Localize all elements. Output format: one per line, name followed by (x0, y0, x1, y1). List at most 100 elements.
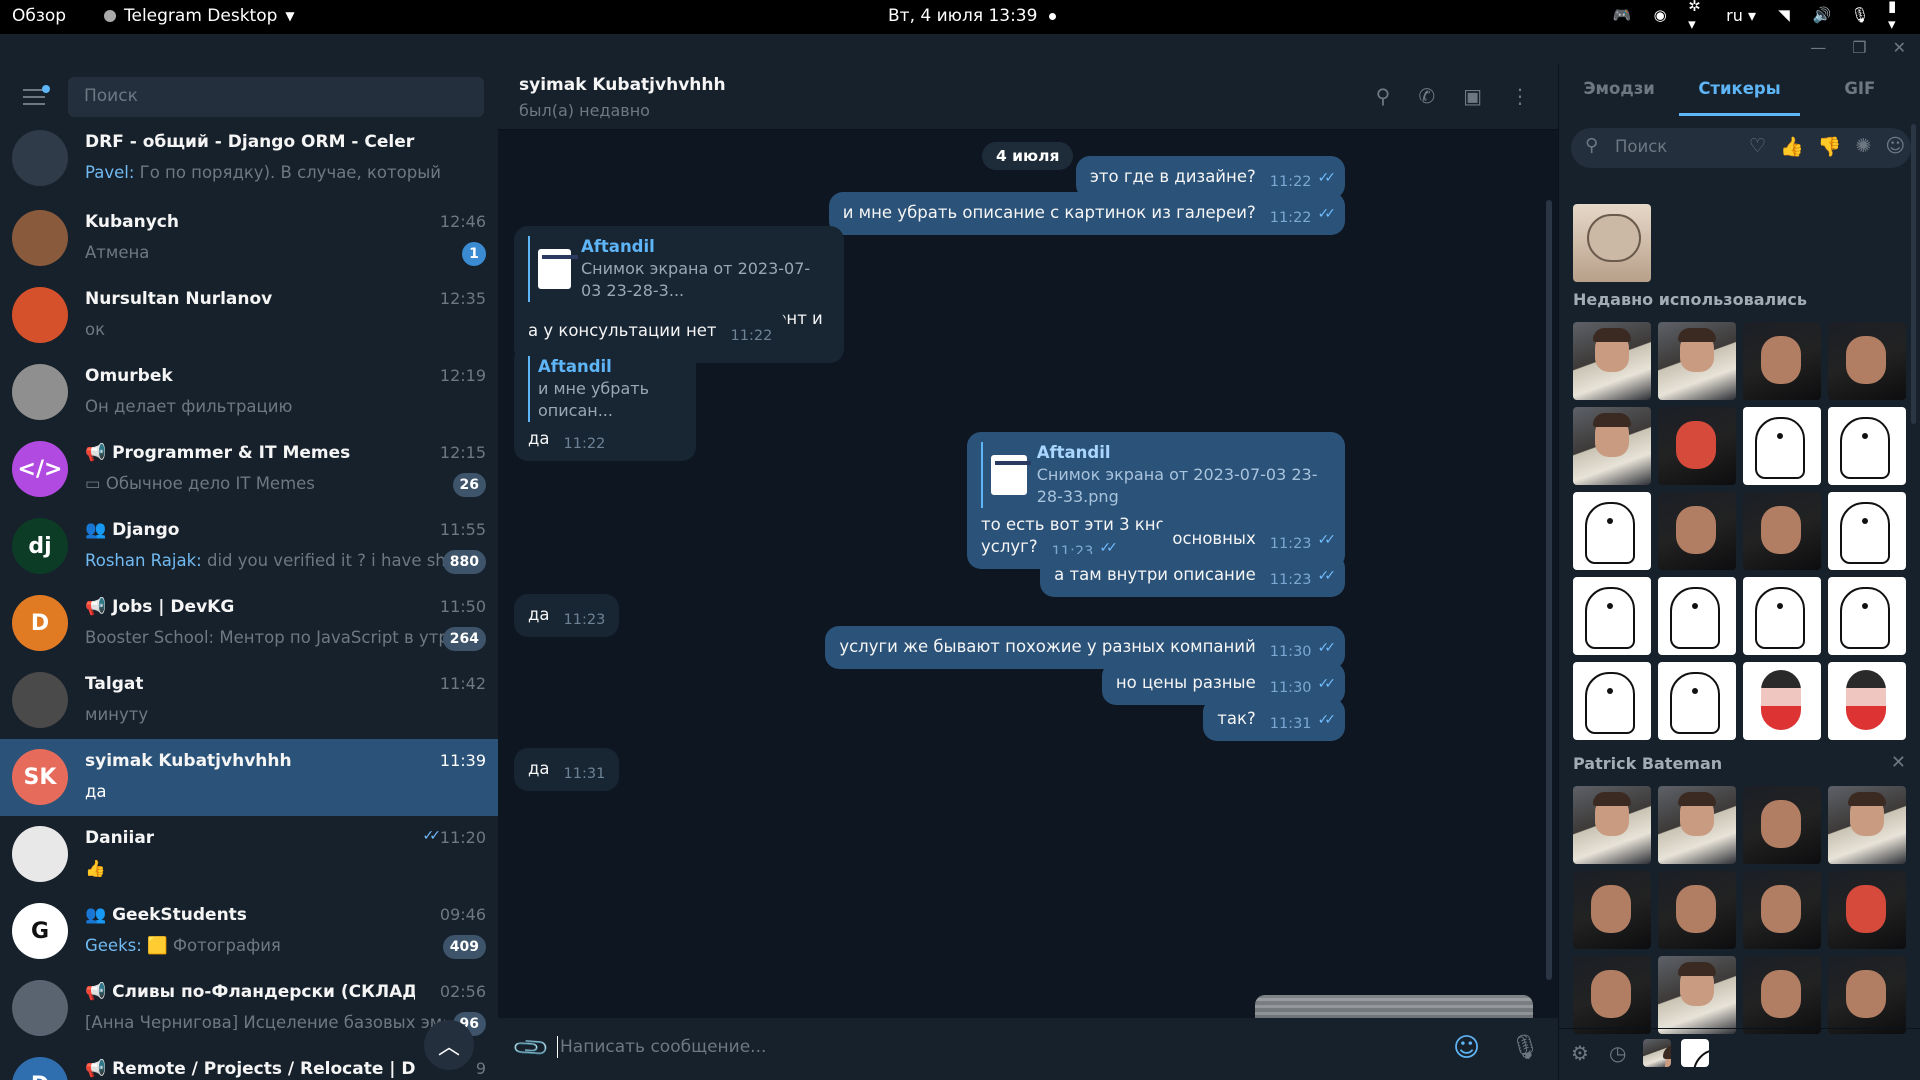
chat-row[interactable]: Talgat 11:42 минуту (0, 662, 498, 739)
sticker[interactable] (1743, 322, 1821, 400)
chat-scrollbar[interactable] (1546, 200, 1552, 980)
chat-row[interactable]: DRF - общий - Django ORM - Celery - Depl… (0, 120, 498, 197)
chat-row[interactable]: 📢 Сливы по-Фландерски (СКЛАД) 02:56 [Анна … (0, 970, 498, 1047)
sticker[interactable] (1743, 577, 1821, 655)
outgoing-message[interactable]: и мне убрать описание с картинок из гале… (828, 192, 1345, 235)
sticker[interactable] (1743, 871, 1821, 949)
chat-row[interactable]: D 📢 Remote / Projects / Relocate | DevKG 9… (0, 1047, 498, 1080)
more-icon[interactable]: ⋮ (1510, 84, 1530, 108)
avatar: D (12, 1057, 68, 1080)
heart-icon[interactable]: ♡ (1749, 135, 1766, 158)
sticker[interactable] (1573, 577, 1651, 655)
tab-emoji[interactable]: Эмодзи (1559, 64, 1679, 116)
settings-icon[interactable]: ⚙ (1571, 1041, 1589, 1065)
battery-icon[interactable]: ▮ ▾ (1888, 0, 1908, 33)
search-icon[interactable]: ⚲ (1376, 84, 1391, 108)
window-titlebar[interactable]: — ❐ ✕ (0, 34, 1920, 64)
maximize-icon[interactable]: ❐ (1852, 38, 1866, 57)
thumbs-up-icon[interactable]: 👍 (1780, 135, 1804, 158)
chat-row[interactable]: Omurbek 12:19 Он делает фильтрацию (0, 354, 498, 431)
language-indicator[interactable]: ru ▾ (1726, 6, 1756, 25)
message-input[interactable]: Написать сообщение... (560, 1037, 766, 1057)
sticker[interactable] (1573, 407, 1651, 485)
phone-icon[interactable]: ✆ (1418, 84, 1435, 108)
pack-flork-icon[interactable] (1681, 1039, 1709, 1067)
sticker[interactable] (1573, 492, 1651, 570)
sticker[interactable] (1828, 956, 1906, 1034)
overview-button[interactable]: Обзор (12, 6, 66, 26)
microphone-icon[interactable]: 🎙 (1850, 5, 1870, 25)
sticker[interactable] (1828, 662, 1906, 740)
tab-stickers[interactable]: Стикеры (1679, 64, 1800, 116)
chrome-icon[interactable]: ◉ (1650, 5, 1670, 25)
sticker[interactable] (1573, 662, 1651, 740)
reply-preview[interactable]: Aftandil Снимок экрана от 2023-07-03 23-2… (981, 442, 1331, 508)
chat-title[interactable]: syimak Kubatjvhvhhh (519, 75, 726, 95)
sticker[interactable] (1828, 786, 1906, 864)
sticker[interactable] (1658, 871, 1736, 949)
outgoing-message[interactable]: так? 11:31 ✓✓ (1203, 698, 1345, 741)
incoming-message[interactable]: да 11:23 (514, 594, 620, 637)
chat-row[interactable]: dj 👥 Django 11:55 Roshan Rajak: did you ver… (0, 508, 498, 585)
close-pack-icon[interactable]: ✕ (1891, 752, 1906, 773)
reply-preview[interactable]: Aftandil Снимок экрана от 2023-07-03 23-2… (528, 236, 830, 302)
discord-icon[interactable]: 🎮 (1612, 5, 1632, 25)
app-menu[interactable]: Telegram Desktop ▼ (104, 6, 295, 26)
microphone-icon[interactable]: 🎙 (1510, 1033, 1540, 1061)
sticker[interactable] (1828, 407, 1906, 485)
sticker[interactable] (1658, 956, 1736, 1034)
clock[interactable]: Вт, 4 июля 13:39 (888, 6, 1057, 26)
sticker[interactable] (1658, 577, 1736, 655)
search-input[interactable]: Поиск (68, 77, 484, 117)
photo-message[interactable] (1255, 995, 1533, 1018)
sticker[interactable] (1573, 786, 1651, 864)
sticker[interactable] (1743, 492, 1821, 570)
thumbs-down-icon[interactable]: 👎 (1818, 135, 1842, 158)
sticker[interactable] (1828, 492, 1906, 570)
sticker[interactable] (1828, 871, 1906, 949)
party-icon[interactable]: ✺ (1855, 135, 1871, 158)
sticker[interactable] (1658, 492, 1736, 570)
recent-icon[interactable]: ◷ (1609, 1041, 1626, 1065)
chat-row[interactable]: Daniiar 11:20 ✓✓ 👍 (0, 816, 498, 893)
sticker[interactable] (1658, 662, 1736, 740)
pack-bateman-icon[interactable] (1643, 1039, 1671, 1067)
sidebar-toggle-icon[interactable]: ▣ (1463, 84, 1482, 108)
incoming-message[interactable]: да 11:31 (514, 748, 620, 791)
sticker[interactable] (1743, 407, 1821, 485)
smile-icon[interactable]: ☺ (1885, 135, 1905, 158)
accessibility-icon[interactable]: ✲ ▾ (1688, 0, 1708, 33)
attach-icon[interactable]: 📎 (510, 1028, 551, 1069)
emoji-icon[interactable]: ☺ (1453, 1033, 1480, 1063)
sticker[interactable] (1658, 786, 1736, 864)
sticker[interactable] (1573, 956, 1651, 1034)
volume-icon[interactable]: 🔊 (1812, 5, 1832, 25)
chat-row[interactable]: D 📢 Jobs | DevKG 11:50 Booster School: Мент… (0, 585, 498, 662)
sticker[interactable] (1743, 786, 1821, 864)
sticker[interactable] (1573, 322, 1651, 400)
tab-gif[interactable]: GIF (1800, 64, 1920, 116)
sticker[interactable] (1743, 662, 1821, 740)
incoming-message[interactable]: Aftandil и мне убрать описан... да 11:22 (514, 346, 696, 461)
sticker-search-input[interactable]: ⚲ Поиск ♡ 👍 👎 ✺ ☺ (1571, 128, 1911, 168)
sticker-scrollbar[interactable] (1911, 124, 1916, 424)
chat-row[interactable]: </> 📢 Programmer & IT Memes 12:15 ▭ Обычное… (0, 431, 498, 508)
sticker[interactable] (1658, 322, 1736, 400)
outgoing-message[interactable]: а там внутри описание 11:23 ✓✓ (1040, 554, 1345, 597)
wifi-icon[interactable]: ◥ (1774, 5, 1794, 25)
chat-row[interactable]: G 👥 GeekStudents 09:46 Geeks: 🟨 Фотография 4… (0, 893, 498, 970)
minimize-icon[interactable]: — (1810, 38, 1826, 57)
sticker[interactable] (1573, 871, 1651, 949)
close-icon[interactable]: ✕ (1893, 38, 1906, 57)
chat-row[interactable]: Nursultan Nurlanov 12:35 ок (0, 277, 498, 354)
sticker[interactable] (1743, 956, 1821, 1034)
chat-row[interactable]: SK syimak Kubatjvhvhhh 11:39 да (0, 739, 498, 816)
sticker[interactable] (1828, 577, 1906, 655)
scroll-to-top-button[interactable]: ︿ (424, 1020, 474, 1070)
sticker-cat[interactable] (1573, 204, 1651, 282)
sticker[interactable] (1658, 407, 1736, 485)
chat-row[interactable]: Kubanych 12:46 Атмена 1 (0, 200, 498, 277)
menu-icon[interactable] (14, 75, 58, 119)
reply-preview[interactable]: Aftandil и мне убрать описан... (528, 356, 682, 422)
sticker[interactable] (1828, 322, 1906, 400)
